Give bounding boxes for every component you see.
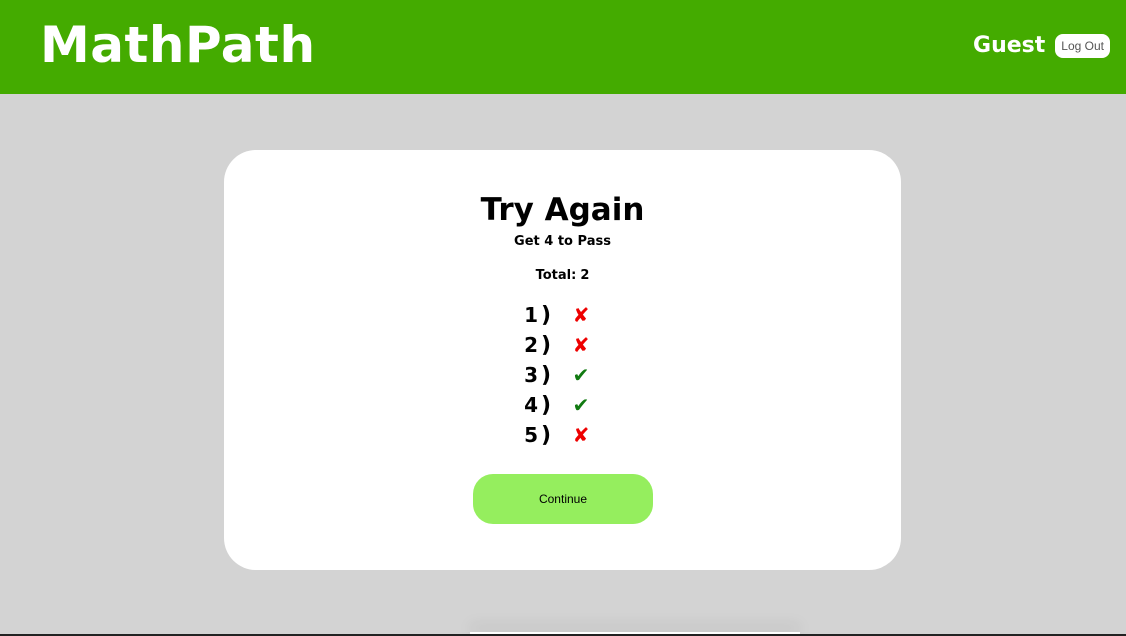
question-paren: ) [541,332,552,358]
question-results-list: 1 ) ✘ 2 ) ✘ 3 ) ✔ 4 ) ✔ 5 ) ✘ [504,300,624,450]
continue-button[interactable]: Continue [473,474,653,524]
pass-requirement: Get 4 to Pass [514,234,611,249]
wrong-cross-icon: ✘ [572,333,590,357]
app-logo[interactable]: MathPath [40,14,316,76]
wrong-cross-icon: ✘ [572,423,590,447]
question-result-row: 5 ) ✘ [504,420,624,450]
correct-check-icon: ✔ [572,363,590,387]
question-result-row: 3 ) ✔ [504,360,624,390]
question-number: 1 [524,303,538,327]
question-result-row: 1 ) ✘ [504,300,624,330]
question-number: 4 [524,393,538,417]
question-result-row: 4 ) ✔ [504,390,624,420]
total-value: 2 [580,268,590,283]
logout-button[interactable]: Log Out [1055,34,1110,58]
result-title: Try Again [480,192,645,228]
question-paren: ) [541,362,552,388]
wrong-cross-icon: ✘ [572,303,590,327]
question-paren: ) [541,392,552,418]
results-card: Try Again Get 4 to Pass Total: 2 1 ) ✘ 2 … [224,150,901,570]
total-label: Total: [535,268,577,283]
question-number: 2 [524,333,538,357]
username: Guest [973,33,1046,58]
top-header: MathPath Guest Log Out [0,0,1126,94]
correct-check-icon: ✔ [572,393,590,417]
question-number: 3 [524,363,538,387]
user-area: Guest Log Out [973,32,1110,60]
question-paren: ) [541,302,552,328]
question-result-row: 2 ) ✘ [504,330,624,360]
question-paren: ) [541,422,552,448]
question-number: 5 [524,423,538,447]
total-score: Total: 2 [224,267,901,285]
